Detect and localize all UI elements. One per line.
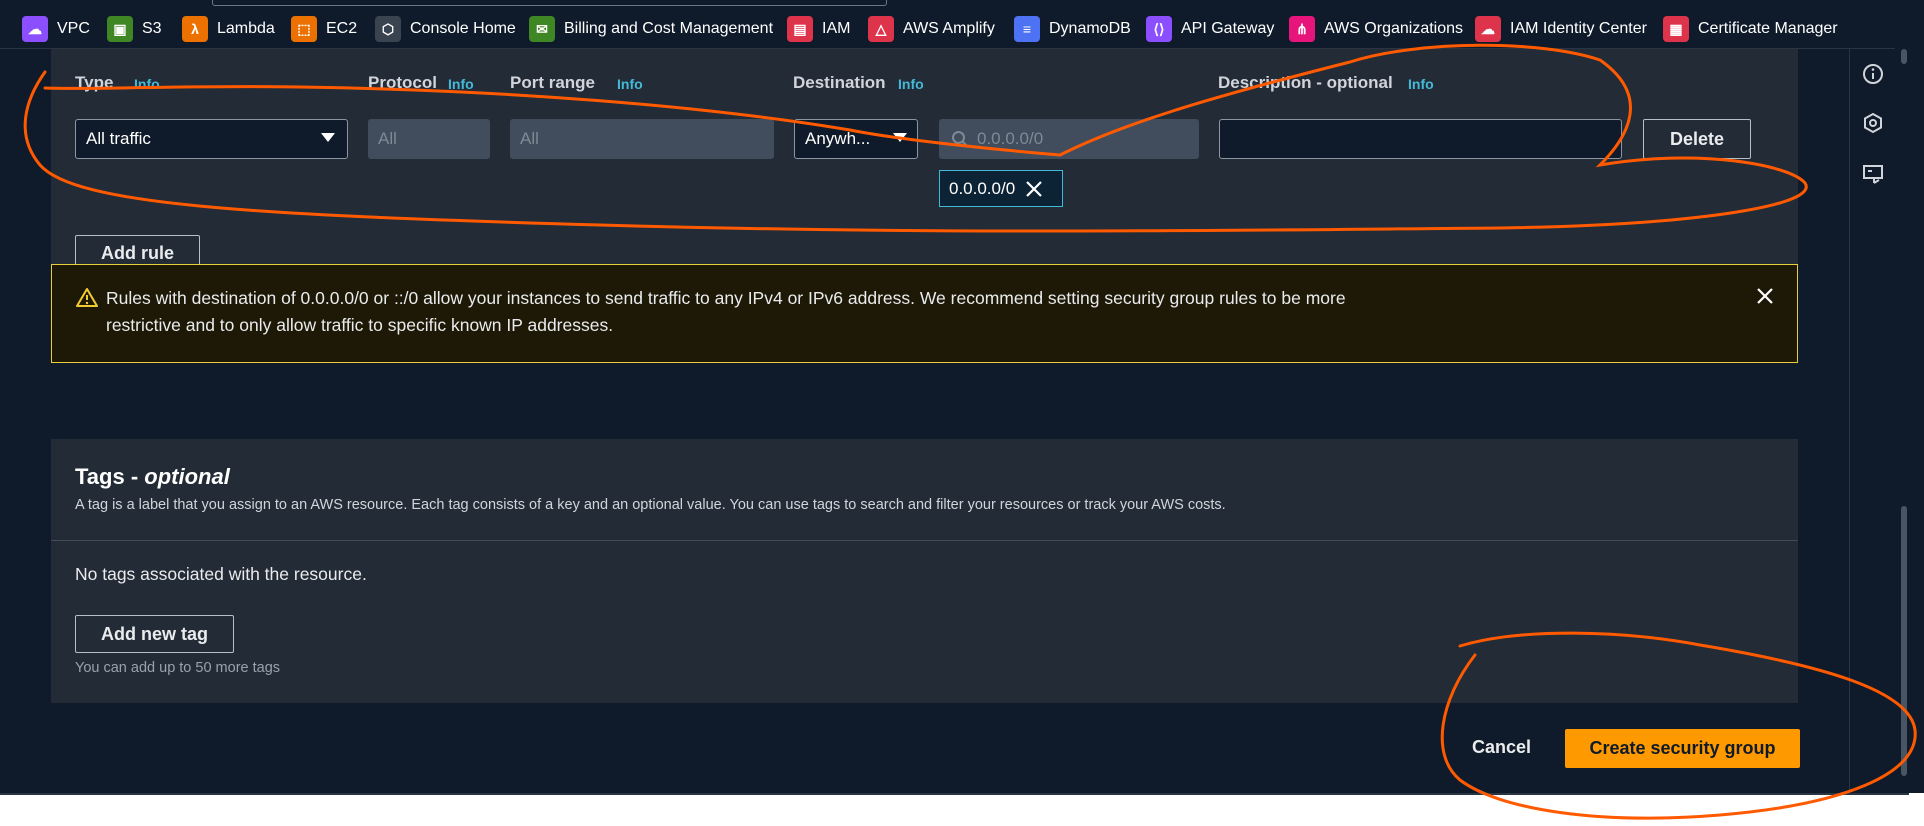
protocol-label: Protocol: [368, 73, 437, 92]
favorite-lambda[interactable]: λ Lambda: [182, 14, 275, 44]
cidr-search-input[interactable]: 0.0.0.0/0: [939, 119, 1199, 159]
description-info-link[interactable]: Info: [1408, 76, 1434, 92]
close-icon[interactable]: [1025, 180, 1043, 198]
receipt-icon: ✉: [529, 16, 555, 42]
cidr-token: 0.0.0.0/0: [939, 170, 1063, 207]
search-input[interactable]: [212, 0, 887, 6]
amplify-icon: △: [868, 16, 894, 42]
api-icon: ⟨⟩: [1146, 16, 1172, 42]
port-range-field: All: [510, 119, 774, 159]
favorite-organizations[interactable]: ⋔ AWS Organizations: [1289, 14, 1463, 44]
delete-rule-button[interactable]: Delete: [1643, 119, 1751, 159]
type-info-link[interactable]: Info: [134, 76, 160, 92]
warning-icon: [76, 288, 98, 307]
add-new-tag-button[interactable]: Add new tag: [75, 615, 234, 653]
no-tags-text: No tags associated with the resource.: [75, 564, 367, 584]
right-utility-rail: [1849, 49, 1896, 793]
description-label: Description - optional: [1218, 73, 1393, 92]
favorite-iam[interactable]: ▤ IAM: [787, 14, 850, 44]
favorite-identity-center[interactable]: ☁ IAM Identity Center: [1475, 14, 1647, 44]
certificate-icon: ▦: [1663, 16, 1689, 42]
warning-text: Rules with destination of 0.0.0.0/0 or :…: [106, 288, 1346, 335]
destination-label: Destination: [793, 73, 886, 92]
tags-divider: [51, 540, 1798, 541]
window-bottom-edge: [0, 793, 1909, 795]
type-select[interactable]: All traffic: [75, 119, 348, 159]
tags-description: A tag is a label that you assign to an A…: [75, 497, 1226, 513]
dismiss-warning-icon[interactable]: [1756, 287, 1774, 305]
create-security-group-button[interactable]: Create security group: [1565, 729, 1800, 768]
type-label: Type: [75, 73, 114, 92]
favorite-amplify[interactable]: △ AWS Amplify: [868, 14, 995, 44]
org-icon: ⋔: [1289, 16, 1315, 42]
favorite-s3[interactable]: ▣ S3: [107, 14, 162, 44]
favorites-bar: ☁ VPC ▣ S3 λ Lambda ⬚ EC2 ⬡ Console Home…: [0, 0, 1895, 49]
protocol-field: All: [368, 119, 490, 159]
outbound-rules-panel: [51, 49, 1798, 298]
scrollbar-thumb[interactable]: [1901, 506, 1907, 776]
warning-alert: Rules with destination of 0.0.0.0/0 or :…: [51, 264, 1798, 363]
cancel-button[interactable]: Cancel: [1472, 737, 1531, 758]
feedback-icon[interactable]: [1862, 163, 1884, 185]
destination-select[interactable]: Anywh...: [794, 119, 918, 159]
port-range-label: Port range: [510, 73, 596, 92]
settings-hex-icon[interactable]: [1862, 112, 1884, 134]
favorite-vpc[interactable]: ☁ VPC: [22, 14, 90, 44]
bucket-icon: ▣: [107, 16, 133, 42]
chip-icon: ⬚: [291, 16, 317, 42]
favorite-certificate-manager[interactable]: ▦ Certificate Manager: [1663, 14, 1838, 44]
tags-heading: Tags - optional: [75, 464, 230, 489]
favorite-billing[interactable]: ✉ Billing and Cost Management: [529, 14, 773, 44]
caret-down-icon: [893, 133, 907, 142]
scrollbar-arrow[interactable]: [1901, 49, 1907, 64]
protocol-info-link[interactable]: Info: [448, 76, 474, 92]
port-range-info-link[interactable]: Info: [617, 76, 643, 92]
caret-down-icon: [321, 133, 335, 142]
description-input[interactable]: [1219, 119, 1622, 159]
destination-info-link[interactable]: Info: [898, 76, 924, 92]
search-icon: [952, 131, 968, 147]
lambda-icon: λ: [182, 16, 208, 42]
cube-icon: ⬡: [375, 16, 401, 42]
cloud-icon: ☁: [22, 16, 48, 42]
favorite-ec2[interactable]: ⬚ EC2: [291, 14, 357, 44]
favorite-api-gateway[interactable]: ⟨⟩ API Gateway: [1146, 14, 1274, 44]
identity-cloud-icon: ☁: [1475, 16, 1501, 42]
tag-limit-hint: You can add up to 50 more tags: [75, 660, 281, 676]
database-icon: ≡: [1014, 16, 1040, 42]
info-icon[interactable]: [1862, 63, 1884, 85]
favorite-dynamodb[interactable]: ≡ DynamoDB: [1014, 14, 1131, 44]
favorite-console-home[interactable]: ⬡ Console Home: [375, 14, 516, 44]
id-card-icon: ▤: [787, 16, 813, 42]
console-app: ☁ VPC ▣ S3 λ Lambda ⬚ EC2 ⬡ Console Home…: [0, 0, 1924, 793]
